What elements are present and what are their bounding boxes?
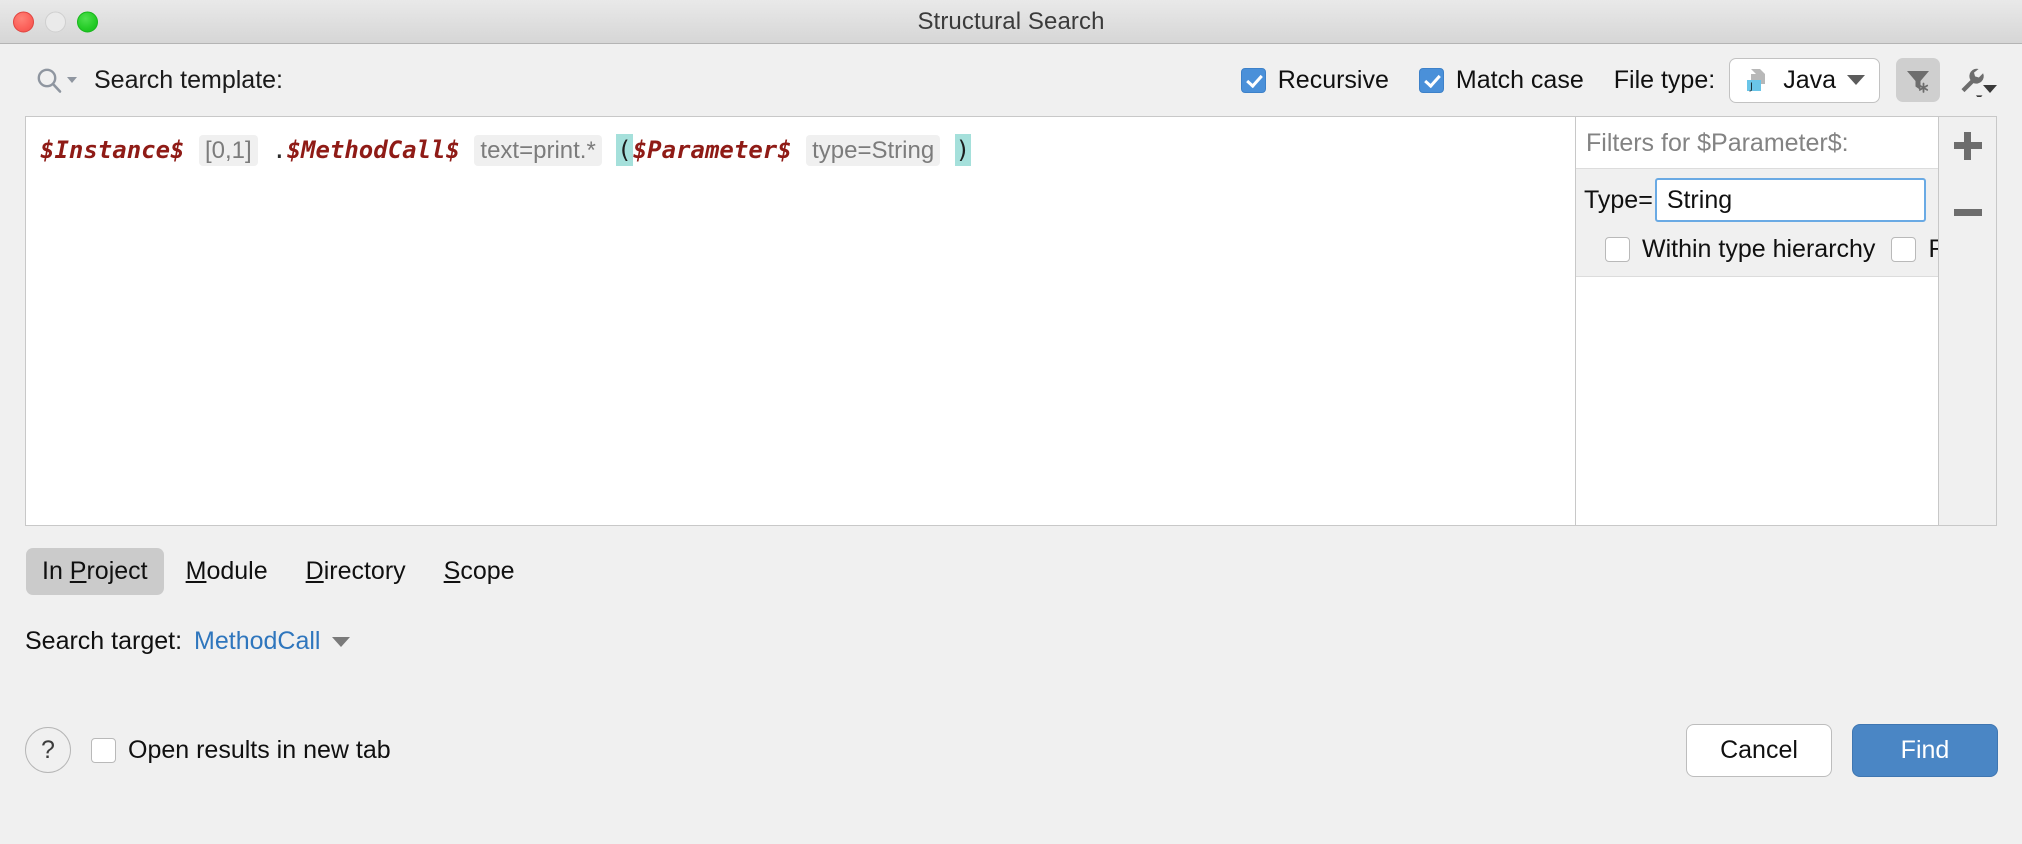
filter-type-input[interactable]	[1655, 178, 1926, 222]
token-close-paren: )	[955, 134, 971, 166]
search-icon[interactable]	[34, 65, 77, 95]
file-type-label: File type:	[1614, 66, 1715, 95]
filters-rail	[1938, 117, 1996, 525]
search-template-header: Search template: Recursive Match case Fi…	[0, 44, 2022, 116]
template-code-line: $Instance$ [0,1] .$MethodCall$ text=prin…	[40, 133, 1561, 168]
minimize-window-button[interactable]	[45, 11, 66, 32]
match-case-label: Match case	[1456, 66, 1584, 95]
recursive-checkbox[interactable]: Recursive	[1241, 66, 1389, 95]
regex-label: Reg	[1928, 235, 1938, 264]
scope-tab-directory[interactable]: Directory	[290, 548, 422, 595]
template-and-filters: $Instance$ [0,1] .$MethodCall$ text=prin…	[25, 116, 1997, 526]
recursive-label: Recursive	[1278, 66, 1389, 95]
filter-row-type: Type= Within type hierarchy Reg	[1576, 169, 1938, 277]
scope-tab-scope-label: Scope	[444, 557, 515, 585]
regex-checkbox[interactable]: Reg	[1891, 235, 1938, 264]
filters-column: Filters for $Parameter$: Type= Within ty…	[1576, 117, 1938, 525]
java-file-icon: J	[1742, 65, 1772, 95]
structural-search-dialog: Structural Search Search template: Recur…	[0, 0, 2022, 844]
wrench-dropdown-chevron	[1983, 85, 1997, 93]
token-open-paren: (	[616, 134, 632, 166]
cancel-button[interactable]: Cancel	[1686, 724, 1832, 777]
filter-asterisk-button[interactable]	[1896, 58, 1940, 102]
search-template-label: Search template:	[94, 66, 283, 95]
token-count-filter: [0,1]	[199, 135, 258, 166]
add-filter-button[interactable]	[1948, 127, 1988, 165]
filter-type-line: Type=	[1576, 178, 1938, 222]
token-methodcall-variable: $MethodCall$	[287, 136, 460, 164]
recursive-checkbox-box[interactable]	[1241, 68, 1266, 93]
search-target-row: Search target: MethodCall	[0, 595, 2022, 656]
file-type-value: Java	[1783, 66, 1836, 95]
within-type-hierarchy-checkbox[interactable]: Within type hierarchy	[1605, 235, 1875, 264]
search-target-chevron-down-icon[interactable]	[332, 637, 350, 647]
search-target-value[interactable]: MethodCall	[194, 627, 320, 656]
token-dot: .	[272, 136, 286, 164]
open-results-new-tab-box[interactable]	[91, 738, 116, 763]
window-controls	[13, 11, 98, 32]
filters-body: Filters for $Parameter$: Type= Within ty…	[1576, 117, 1996, 525]
within-type-hierarchy-box[interactable]	[1605, 237, 1630, 262]
maximize-window-button[interactable]	[77, 11, 98, 32]
scope-tab-module[interactable]: Module	[170, 548, 284, 595]
find-button[interactable]: Find	[1852, 724, 1998, 777]
window-title: Structural Search	[0, 8, 2022, 36]
plus-icon	[1954, 132, 1982, 160]
tools-wrench-button[interactable]	[1956, 58, 2000, 102]
search-template-editor[interactable]: $Instance$ [0,1] .$MethodCall$ text=prin…	[26, 117, 1576, 525]
token-parameter-variable: $Parameter$	[633, 136, 792, 164]
within-type-hierarchy-label: Within type hierarchy	[1642, 235, 1875, 264]
chevron-down-icon	[1847, 75, 1865, 85]
open-results-new-tab-label: Open results in new tab	[128, 736, 391, 765]
token-text-filter: text=print.*	[474, 135, 601, 166]
filters-title: Filters for $Parameter$:	[1576, 117, 1938, 169]
scope-tab-directory-label: Directory	[306, 557, 406, 585]
match-case-checkbox-box[interactable]	[1419, 68, 1444, 93]
filters-panel: Filters for $Parameter$: Type= Within ty…	[1576, 117, 1996, 525]
open-results-new-tab-checkbox[interactable]: Open results in new tab	[91, 736, 391, 765]
minus-icon	[1954, 209, 1982, 216]
match-case-checkbox[interactable]: Match case	[1419, 66, 1584, 95]
remove-filter-button[interactable]	[1948, 193, 1988, 231]
title-bar: Structural Search	[0, 0, 2022, 44]
svg-text:J: J	[1749, 82, 1753, 93]
token-type-filter: type=String	[806, 135, 940, 166]
regex-checkbox-box[interactable]	[1891, 237, 1916, 262]
scope-tab-scope[interactable]: Scope	[428, 548, 531, 595]
scope-tab-in-project-label: In Project	[42, 557, 148, 585]
close-window-button[interactable]	[13, 11, 34, 32]
scope-tabs: In Project Module Directory Scope	[0, 526, 2022, 595]
filter-type-label: Type=	[1584, 186, 1653, 215]
scope-tab-in-project[interactable]: In Project	[26, 548, 164, 595]
search-icon-chevron	[67, 77, 77, 83]
dialog-footer: ? Open results in new tab Cancel Find	[0, 656, 2022, 844]
file-type-dropdown[interactable]: J Java	[1729, 58, 1880, 103]
help-button[interactable]: ?	[25, 727, 71, 773]
scope-tab-module-label: Module	[186, 557, 268, 585]
token-instance-variable: $Instance$	[40, 136, 185, 164]
search-target-label: Search target:	[25, 627, 182, 656]
filter-type-options: Within type hierarchy Reg	[1576, 222, 1938, 264]
